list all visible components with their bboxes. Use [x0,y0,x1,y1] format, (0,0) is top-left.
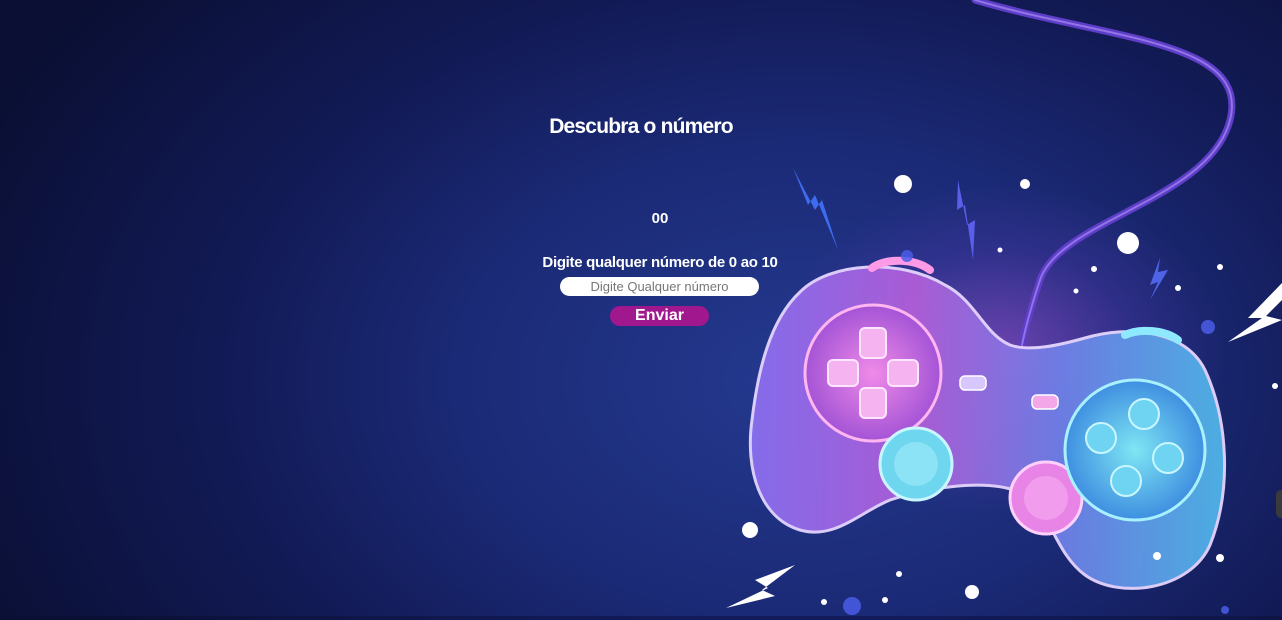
dpad-icon [827,327,919,419]
right-stick [1008,460,1084,536]
glow-dots [843,250,1229,615]
lightning-icon [793,168,838,250]
lightning-icon [1228,283,1282,342]
guess-display: 00 [651,210,669,227]
page-title: Descubra o número [549,115,733,138]
scroll-handle[interactable] [1276,490,1282,518]
left-stick [878,426,954,502]
right-pad [1063,378,1207,522]
controller-body [748,265,1227,590]
number-input[interactable] [560,277,759,296]
left-pad [803,303,943,443]
submit-button[interactable]: Enviar [610,306,709,326]
lightning-icon [726,565,795,608]
face-buttons-icon [1085,398,1184,497]
start-button-shape [1031,394,1059,410]
instruction-text: Digite qualquer número de 0 ao 10 [542,254,778,271]
sparkle-dots [742,175,1278,605]
select-button-shape [959,375,987,391]
controller-cable [971,0,1236,349]
